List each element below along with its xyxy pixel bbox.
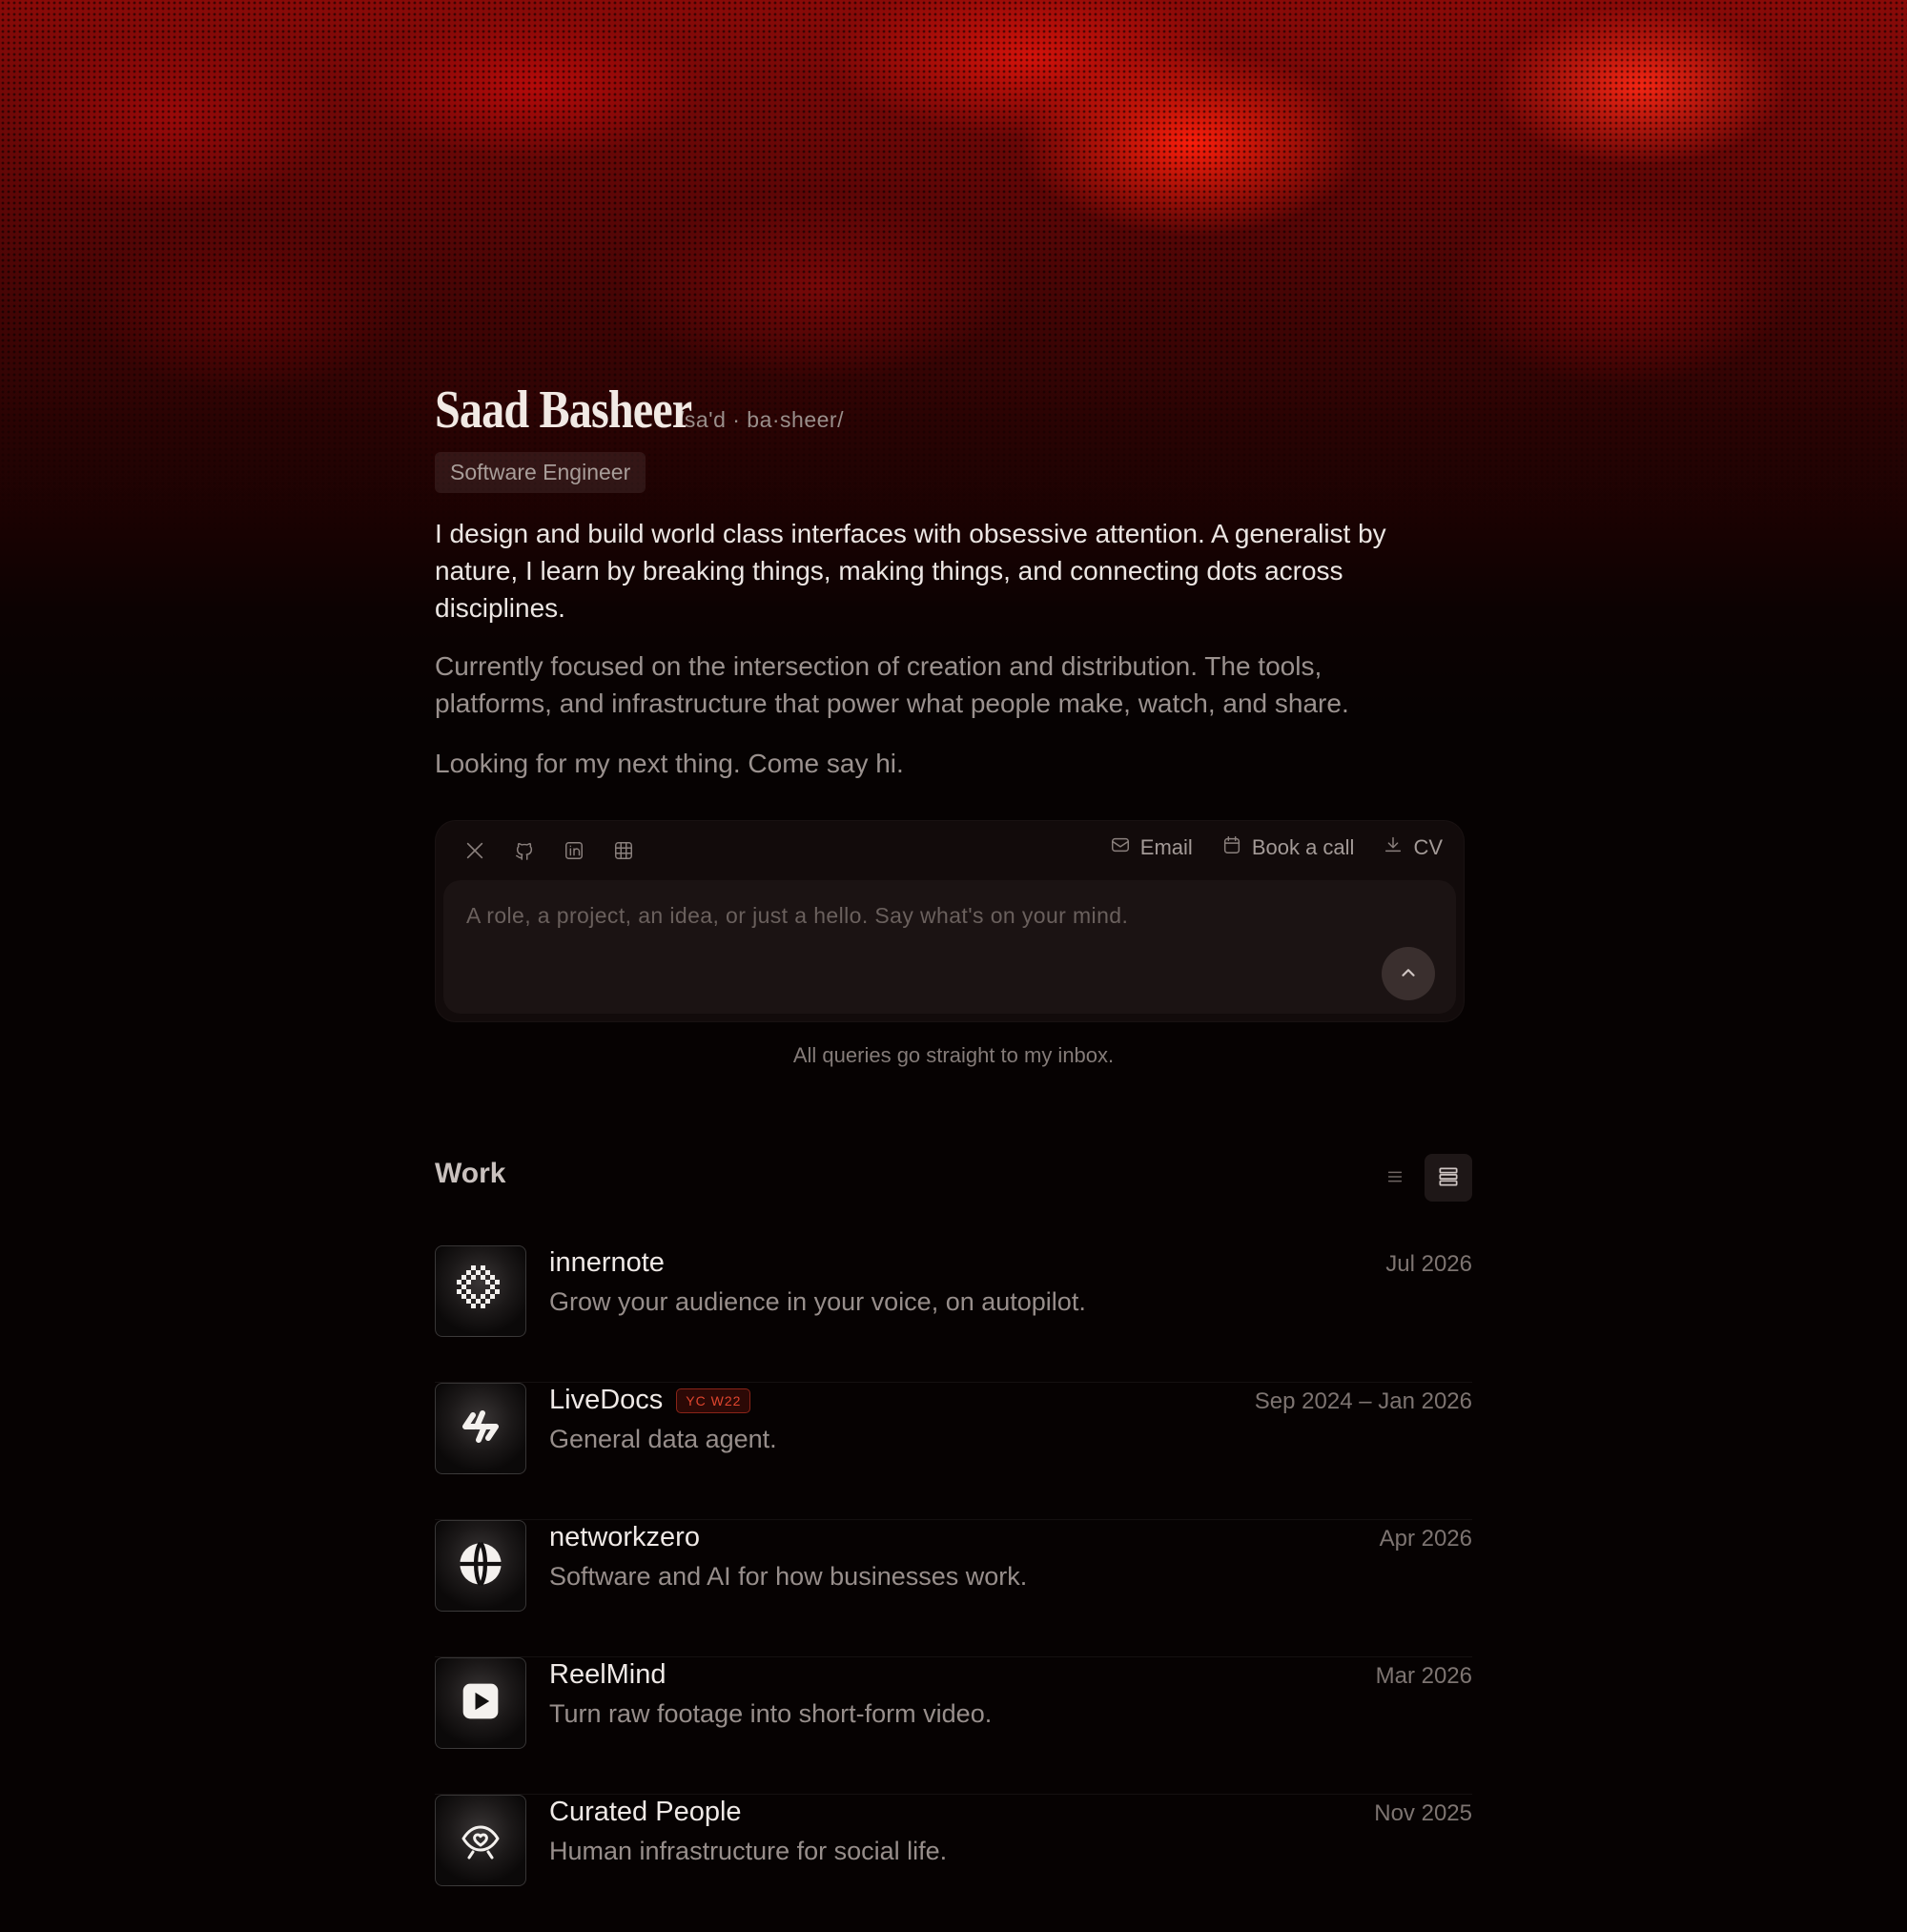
work-item-description: General data agent. [549,1425,777,1453]
calendar-grid-icon[interactable] [611,838,636,863]
work-item-description: Software and AI for how businesses work. [549,1562,1028,1591]
header: Saad Basheer /sa'd · ba·sheer/ [435,380,844,441]
view-toggle [1371,1154,1472,1202]
bio-paragraph-focus: Currently focused on the intersection of… [435,651,1349,718]
inbox-note: All queries go straight to my inbox. [792,1043,1115,1067]
mail-icon [1110,834,1131,861]
work-header: Work [435,1154,1472,1202]
message-box [443,880,1456,1014]
work-item-title-row: innernote [549,1247,665,1279]
work-item-networkzero[interactable]: networkzero Software and AI for how busi… [435,1520,1472,1657]
work-item-name: innernote [549,1247,665,1278]
work-section-title: Work [435,1158,506,1189]
download-icon [1383,834,1404,861]
book-call-label: Book a call [1251,835,1355,859]
email-button[interactable]: Email [1110,834,1193,861]
list-icon [1384,1166,1405,1190]
stacked-rows-icon [1436,1164,1461,1192]
github-icon[interactable] [512,838,537,863]
role-badge: Software Engineer [435,452,646,493]
curated-people-logo [435,1795,526,1886]
work-item-description: Grow your audience in your voice, on aut… [549,1287,1086,1316]
contact-card: Email Book a call CV [435,820,1465,1022]
globe-icon [456,1539,505,1593]
work-item-title-row: ReelMind [549,1659,666,1691]
work-item-title-row: networkzero [549,1522,700,1553]
profile-name: Saad Basheer [435,380,692,440]
send-button[interactable] [1382,947,1435,1000]
work-item-livedocs[interactable]: LiveDocs YC W22 General data agent. Sep … [435,1383,1472,1520]
contact-actions: Email Book a call CV [1110,834,1443,861]
cv-download-button[interactable]: CV [1383,834,1443,861]
work-item-innernote[interactable]: innernote Grow your audience in your voi… [435,1245,1472,1383]
book-call-button[interactable]: Book a call [1221,834,1355,861]
eye-heart-icon [458,1816,503,1866]
work-item-curated-people[interactable]: Curated People Human infrastructure for … [435,1795,1472,1932]
detailed-view-button[interactable] [1425,1154,1472,1202]
networkzero-logo [435,1520,526,1612]
bio-paragraph-cta: Looking for my next thing. Come say hi. [435,749,904,778]
work-item-description: Human infrastructure for social life. [549,1837,948,1865]
work-item-date: Mar 2026 [1375,1663,1472,1689]
work-item-date: Jul 2026 [1385,1251,1472,1277]
innernote-logo [435,1245,526,1337]
work-item-title-row: Curated People [549,1797,742,1828]
email-label: Email [1139,835,1193,859]
livedocs-logo [435,1383,526,1474]
work-item-name: ReelMind [549,1659,666,1690]
linkedin-icon[interactable] [562,838,586,863]
work-item-reelmind[interactable]: ReelMind Turn raw footage into short-for… [435,1657,1472,1795]
pronunciation: /sa'd · ba·sheer/ [678,407,844,432]
reelmind-logo [435,1657,526,1749]
work-item-title-row: LiveDocs YC W22 [549,1385,751,1416]
pixel-dots-icon [457,1264,504,1318]
chevron-up-icon [1398,962,1419,986]
work-item-date: Sep 2024 – Jan 2026 [1254,1388,1472,1414]
play-icon [460,1680,502,1727]
compact-view-button[interactable] [1371,1154,1419,1202]
yc-badge: YC W22 [676,1387,751,1413]
work-item-date: Nov 2025 [1374,1800,1472,1826]
calendar-icon [1221,834,1242,861]
work-item-name: Curated People [549,1797,742,1827]
hero-dot-texture [0,0,1907,534]
work-list: innernote Grow your audience in your voi… [435,1245,1472,1932]
cv-label: CV [1413,835,1443,859]
work-item-description: Turn raw footage into short-form video. [549,1699,993,1728]
x-icon[interactable] [462,838,487,863]
work-item-name: LiveDocs [549,1385,664,1415]
bio-section: I design and build world class interface… [435,515,1446,782]
work-item-date: Apr 2026 [1379,1526,1472,1552]
bio-paragraph-intro: I design and build world class interface… [435,519,1386,623]
work-item-name: networkzero [549,1522,700,1552]
message-input[interactable] [443,880,1456,1014]
bolt-swap-icon [458,1404,503,1454]
social-links [462,838,636,863]
